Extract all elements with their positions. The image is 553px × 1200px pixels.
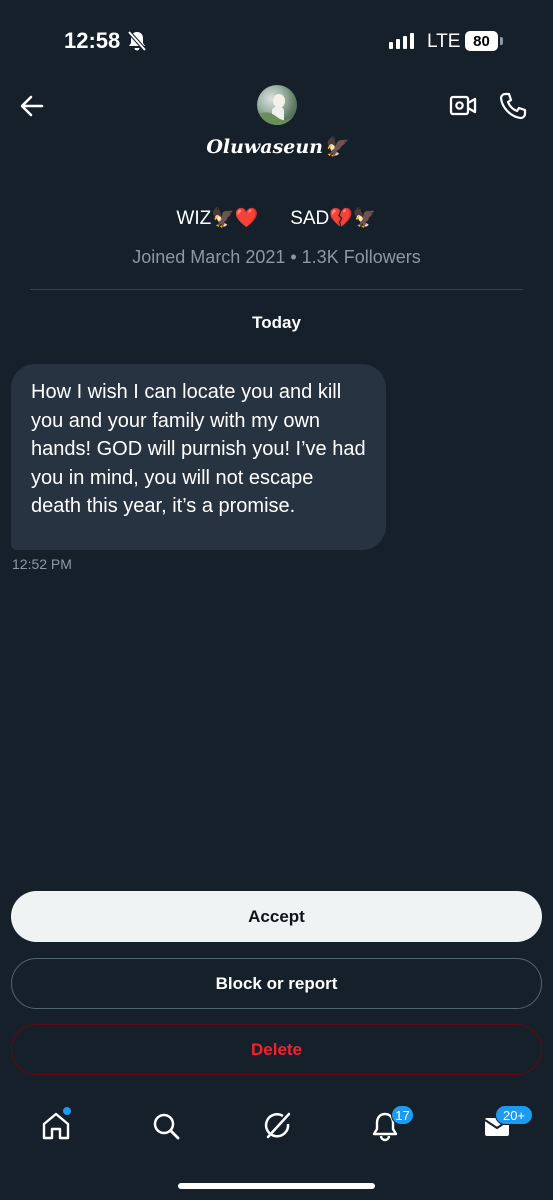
accept-button[interactable]: Accept	[11, 891, 542, 942]
grok-icon[interactable]	[261, 1110, 293, 1142]
avatar-image	[257, 94, 297, 125]
signal-strength-icon	[389, 33, 414, 49]
notifications-badge: 17	[391, 1105, 414, 1125]
network-type: LTE	[427, 31, 461, 52]
search-icon[interactable]	[150, 1110, 182, 1142]
arrow-left-icon[interactable]	[16, 90, 48, 122]
block-or-report-button[interactable]: Block or report	[11, 958, 542, 1009]
delete-button[interactable]: Delete	[11, 1024, 542, 1075]
message-timestamp: 12:52 PM	[12, 556, 72, 572]
phone-icon[interactable]	[497, 90, 529, 122]
battery-tip	[500, 37, 503, 45]
bell-off-icon	[127, 30, 147, 52]
contact-name[interactable]: Oluwaseun🦅	[0, 135, 553, 158]
profile-bio: WIZ🦅❤️ SAD💔🦅	[176, 208, 377, 229]
message-bubble[interactable]: How I wish I can locate you and kill you…	[11, 364, 386, 550]
profile-meta: Joined March 2021 • 1.3K Followers	[132, 247, 421, 267]
status-bar: 12:58 LTE 80	[0, 0, 553, 82]
video-camera-icon[interactable]	[447, 90, 479, 122]
home-indicator	[178, 1183, 375, 1189]
avatar[interactable]	[257, 85, 297, 125]
status-time: 12:58	[64, 28, 121, 53]
divider	[30, 289, 523, 290]
day-separator: Today	[252, 313, 301, 332]
battery-level: 80	[465, 31, 498, 51]
messages-badge: 20+	[495, 1105, 533, 1125]
home-unread-dot	[62, 1106, 72, 1116]
